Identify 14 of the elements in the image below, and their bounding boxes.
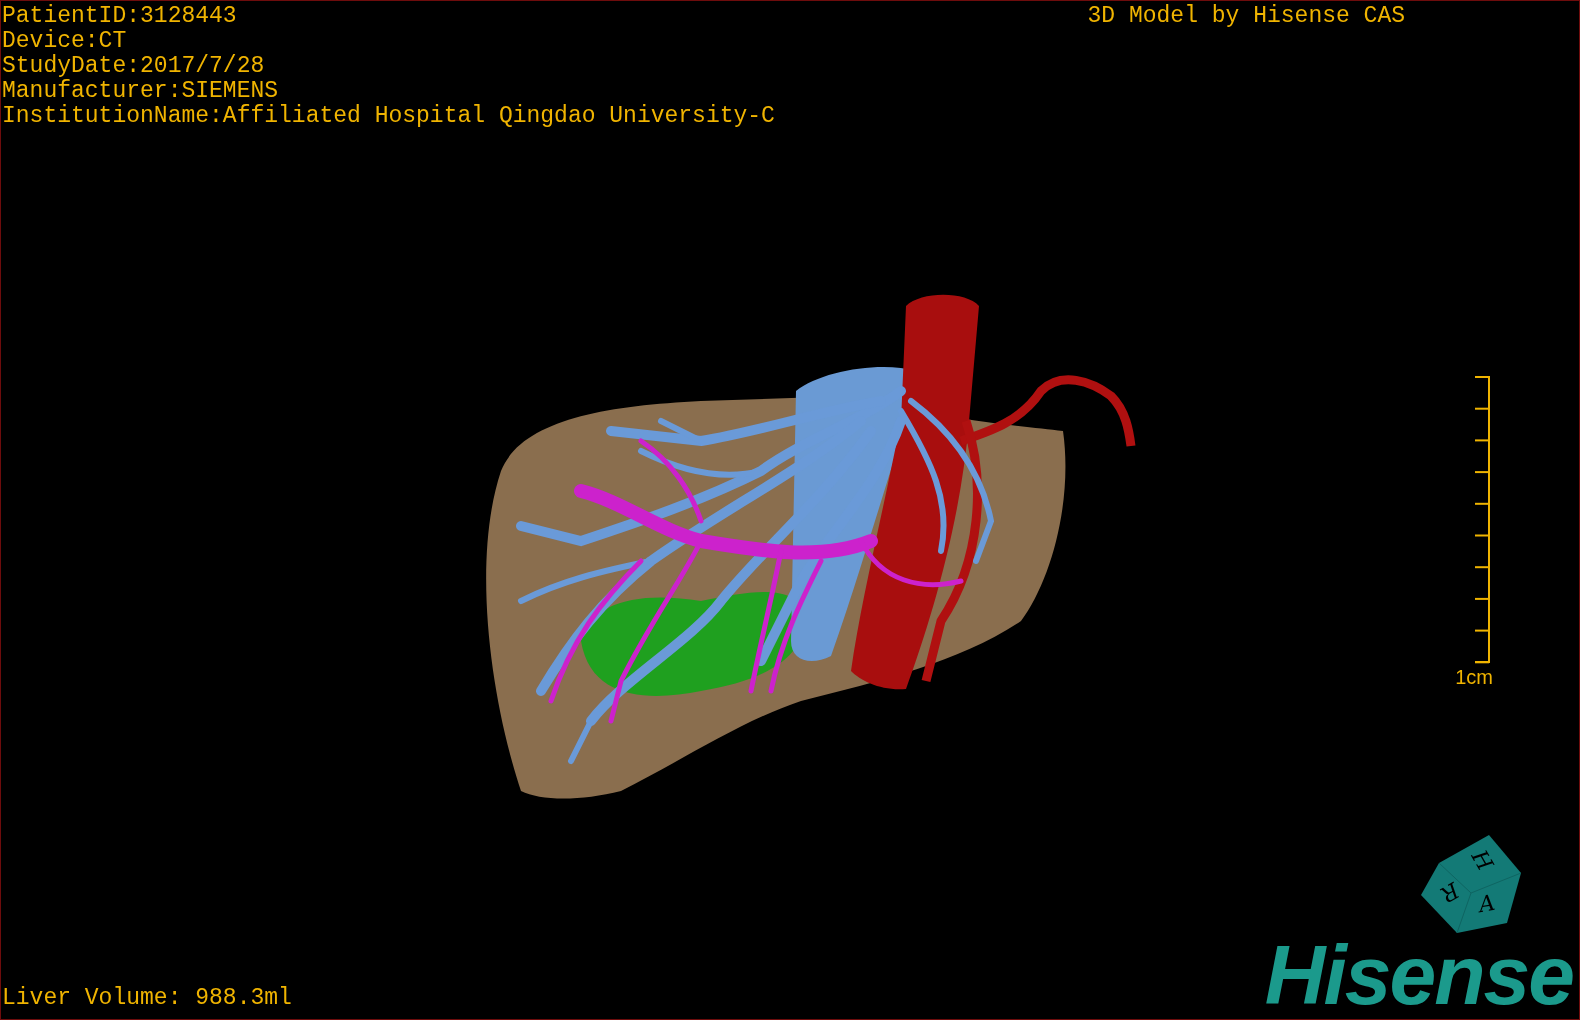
- viewer-title: 3D Model by Hisense CAS: [1087, 4, 1405, 29]
- scale-bar-label: 1cm: [1455, 667, 1493, 687]
- orientation-label: H: [1466, 845, 1498, 875]
- study-info-text: Manufacturer:SIEMENS: [2, 79, 280, 104]
- orientation-cube[interactable]: H R A: [1419, 833, 1523, 937]
- study-info-text: Device:CT: [2, 29, 128, 54]
- study-info-text: PatientID:3128443: [2, 4, 238, 29]
- orientation-label: R: [1436, 877, 1464, 908]
- scale-bar-icon: [1474, 375, 1491, 665]
- orientation-label: A: [1476, 889, 1497, 918]
- brand-logo: Hisense: [1264, 939, 1573, 1011]
- liver-volume-text: Liver Volume: 988.3ml: [2, 986, 292, 1011]
- study-info-text: StudyDate:2017/7/28: [2, 54, 266, 79]
- study-info-text: InstitutionName:Affiliated Hospital Qingdao University-C: [2, 104, 775, 129]
